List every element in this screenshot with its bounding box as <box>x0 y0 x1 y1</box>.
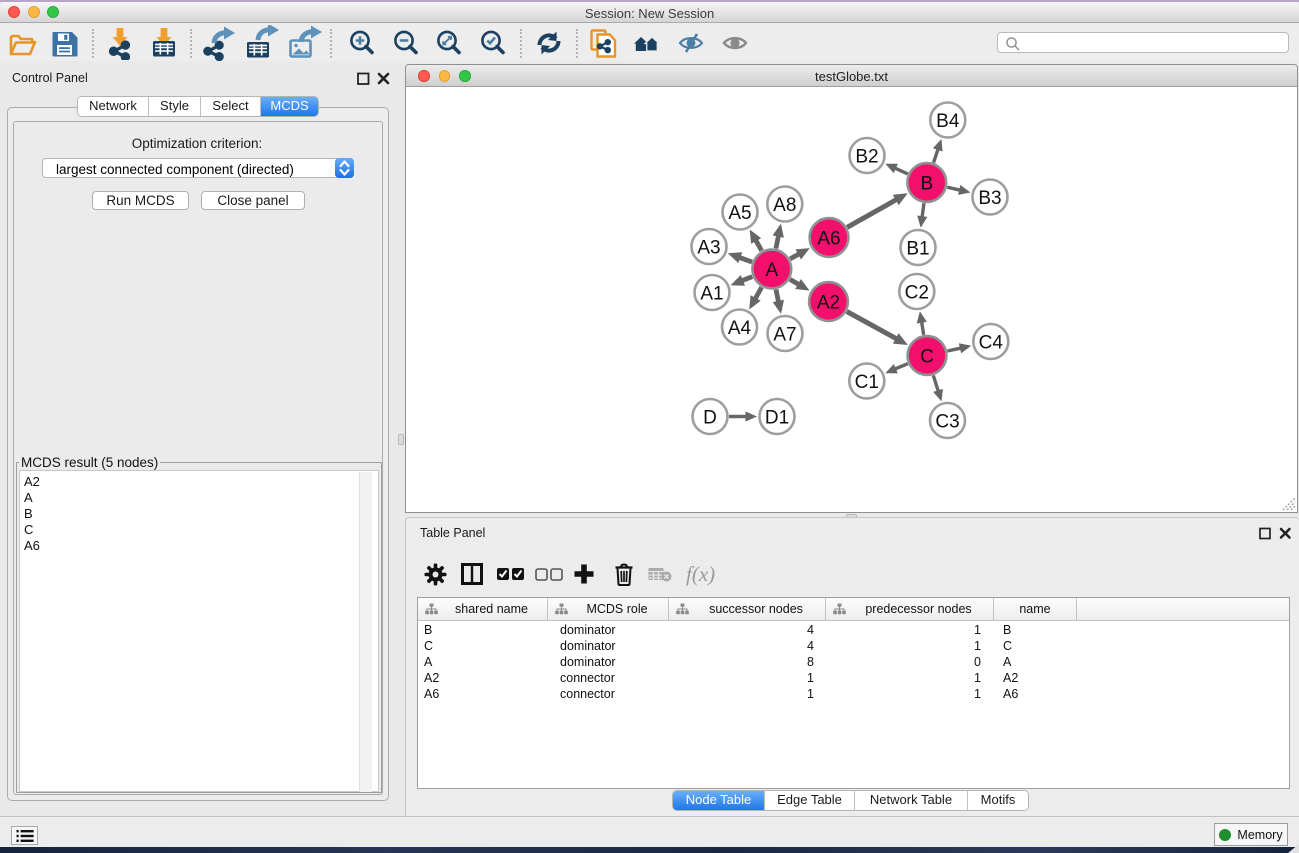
svg-text:A8: A8 <box>773 195 796 216</box>
svg-text:D1: D1 <box>765 408 789 429</box>
svg-text:A6: A6 <box>817 229 840 250</box>
svg-text:C2: C2 <box>905 283 929 304</box>
svg-text:C4: C4 <box>979 333 1004 354</box>
svg-text:B3: B3 <box>978 188 1001 209</box>
svg-text:B2: B2 <box>855 147 878 168</box>
svg-text:B: B <box>920 174 933 195</box>
svg-text:C1: C1 <box>855 372 879 393</box>
svg-text:A5: A5 <box>728 203 751 224</box>
svg-text:A: A <box>765 260 778 281</box>
svg-text:A1: A1 <box>700 284 723 305</box>
svg-text:B1: B1 <box>906 239 929 260</box>
svg-text:B4: B4 <box>936 111 960 132</box>
svg-text:A4: A4 <box>728 318 752 339</box>
svg-text:A3: A3 <box>697 238 720 259</box>
svg-text:C: C <box>920 347 934 368</box>
svg-text:C3: C3 <box>935 412 959 433</box>
svg-text:A7: A7 <box>773 325 796 346</box>
svg-text:D: D <box>703 408 717 429</box>
svg-text:A2: A2 <box>817 293 840 314</box>
